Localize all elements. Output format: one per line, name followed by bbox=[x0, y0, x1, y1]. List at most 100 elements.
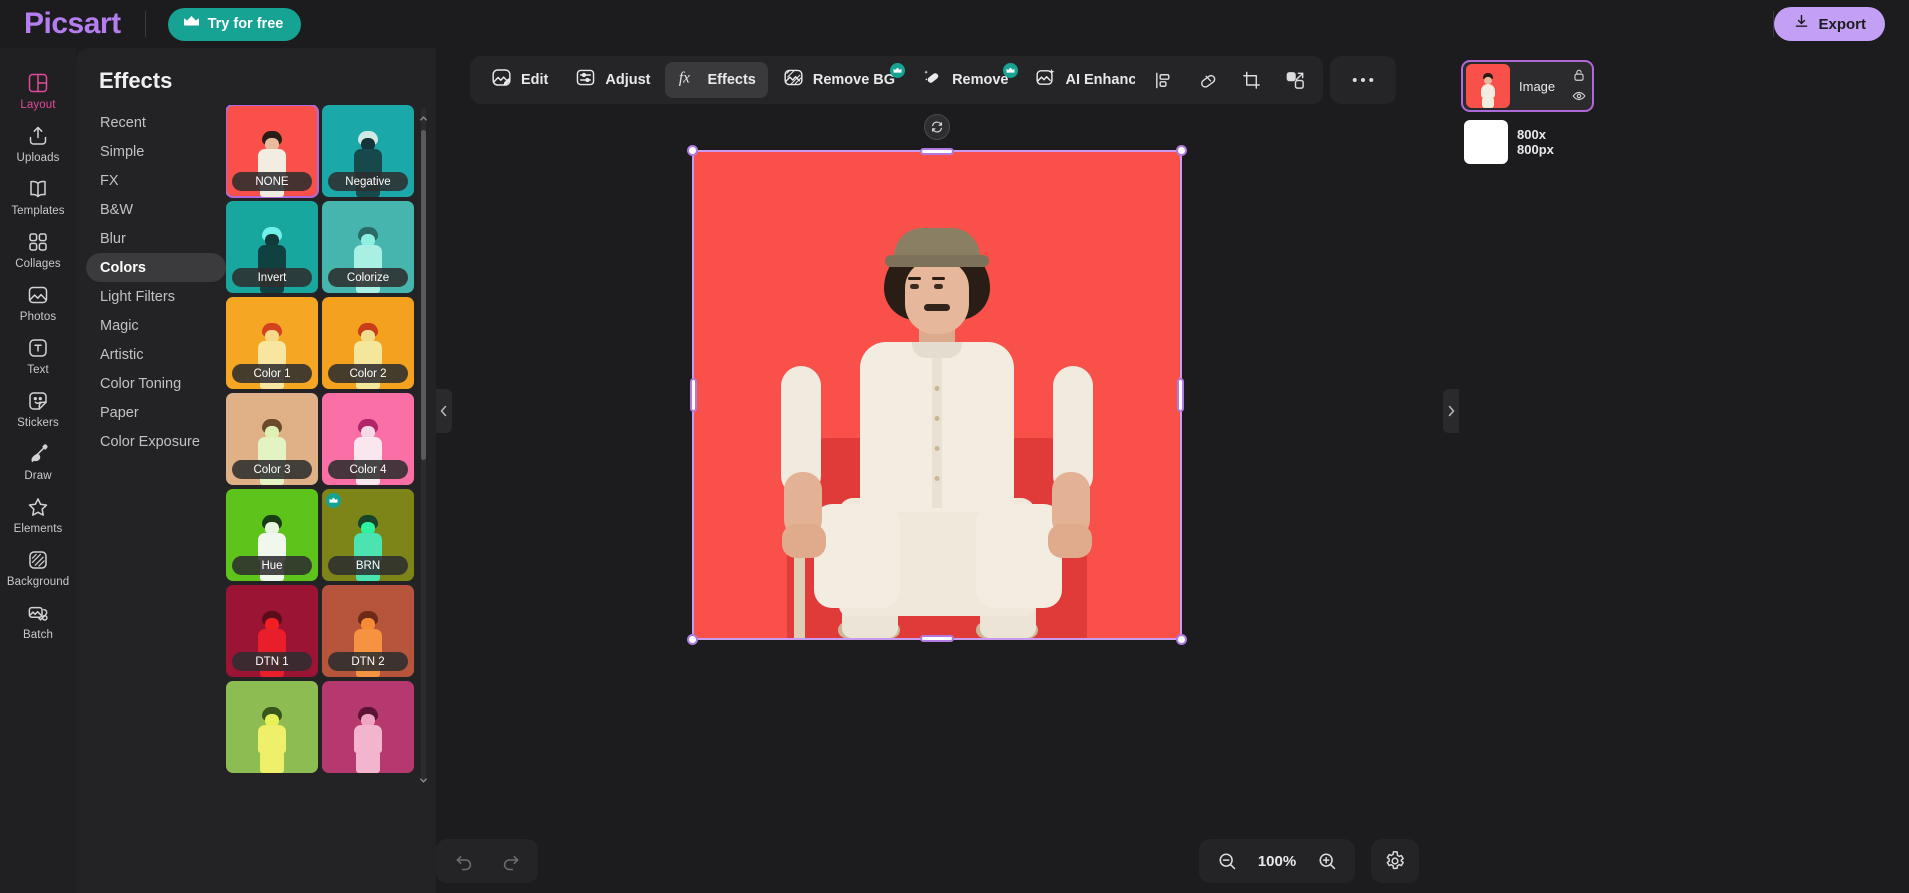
toolbar-button-remove[interactable]: Remove bbox=[909, 62, 1020, 98]
effect-category-fx[interactable]: FX bbox=[86, 166, 226, 195]
resize-handle-left[interactable] bbox=[690, 378, 697, 412]
effect-label: DTN 2 bbox=[328, 652, 408, 671]
more-options-toolbar bbox=[1330, 56, 1396, 104]
effect-label: BRN bbox=[328, 556, 408, 575]
effect-category-simple[interactable]: Simple bbox=[86, 137, 226, 166]
effect-thumbnail-color-1[interactable]: Color 1 bbox=[226, 297, 318, 389]
zoom-in-icon[interactable] bbox=[1309, 843, 1345, 879]
sidebar-item-photos[interactable]: Photos bbox=[2, 277, 74, 328]
effect-category-artistic[interactable]: Artistic bbox=[86, 340, 226, 369]
effect-thumbnail-dtn-1[interactable]: DTN 1 bbox=[226, 585, 318, 677]
collapse-right-panel-button[interactable] bbox=[1443, 389, 1459, 433]
eye-icon[interactable] bbox=[1570, 87, 1587, 104]
resize-handle-top-right[interactable] bbox=[1176, 145, 1187, 156]
layer-item-image[interactable]: Image bbox=[1461, 60, 1594, 112]
sliders-icon bbox=[574, 66, 597, 94]
undo-redo-bar bbox=[436, 839, 538, 883]
resize-handle-top[interactable] bbox=[920, 148, 954, 155]
toolbar-button-remove-bg[interactable]: Remove BG bbox=[770, 62, 907, 98]
top-bar: Picsart Try for free Export bbox=[0, 0, 1909, 48]
effect-thumbnail-color-4[interactable]: Color 4 bbox=[322, 393, 414, 485]
crop-icon[interactable] bbox=[1233, 62, 1269, 98]
undo-icon[interactable] bbox=[446, 843, 482, 879]
sidebar-item-collages[interactable]: Collages bbox=[2, 224, 74, 275]
effect-thumbnail-hue[interactable]: Hue bbox=[226, 489, 318, 581]
sidebar-item-elements[interactable]: Elements bbox=[2, 489, 74, 540]
collapse-left-panel-button[interactable] bbox=[436, 389, 452, 433]
canvas-dimensions: 800x 800px bbox=[1517, 127, 1554, 158]
eraser-tool-icon[interactable] bbox=[1189, 62, 1225, 98]
flip-icon[interactable] bbox=[1277, 62, 1313, 98]
resize-handle-bottom-left[interactable] bbox=[687, 634, 698, 645]
effect-category-light-filters[interactable]: Light Filters bbox=[86, 282, 226, 311]
effect-thumbnail[interactable] bbox=[226, 681, 318, 773]
rotate-handle[interactable] bbox=[924, 114, 950, 140]
canvas-size-item[interactable]: 800x 800px bbox=[1461, 118, 1594, 166]
premium-crown-icon bbox=[1003, 63, 1018, 78]
more-horizontal-icon[interactable] bbox=[1345, 62, 1381, 98]
effect-category-b-w[interactable]: B&W bbox=[86, 195, 226, 224]
download-icon bbox=[1793, 13, 1810, 35]
sidebar-item-layout[interactable]: Layout bbox=[2, 65, 74, 116]
effect-thumbnail-color-3[interactable]: Color 3 bbox=[226, 393, 318, 485]
sidebar-item-batch[interactable]: Batch bbox=[2, 595, 74, 646]
resize-handle-bottom-right[interactable] bbox=[1176, 634, 1187, 645]
effect-category-color-toning[interactable]: Color Toning bbox=[86, 369, 226, 398]
toolbar-button-adjust[interactable]: Adjust bbox=[562, 62, 662, 98]
sidebar-item-label: Layout bbox=[20, 99, 55, 111]
canvas-settings-bar bbox=[1371, 839, 1419, 883]
resize-handle-bottom[interactable] bbox=[920, 635, 954, 642]
sidebar-item-uploads[interactable]: Uploads bbox=[2, 118, 74, 169]
photos-icon bbox=[26, 283, 50, 307]
effect-label: DTN 1 bbox=[232, 652, 312, 671]
effect-thumbnail[interactable] bbox=[322, 681, 414, 773]
draw-icon bbox=[26, 442, 50, 466]
effect-thumbnail-dtn-2[interactable]: DTN 2 bbox=[322, 585, 414, 677]
toolbar-button-label: Effects bbox=[708, 72, 756, 88]
effect-category-colors[interactable]: Colors bbox=[86, 253, 226, 282]
selected-image-object[interactable] bbox=[694, 152, 1180, 638]
toolbar-button-label: Edit bbox=[521, 72, 548, 88]
toolbar-button-effects[interactable]: fxEffects bbox=[665, 62, 768, 98]
effect-thumbnail-color-2[interactable]: Color 2 bbox=[322, 297, 414, 389]
resize-handle-top-left[interactable] bbox=[687, 145, 698, 156]
align-icon[interactable] bbox=[1145, 62, 1181, 98]
effect-category-paper[interactable]: Paper bbox=[86, 398, 226, 427]
remove-bg-icon bbox=[782, 66, 805, 94]
premium-crown-icon bbox=[890, 63, 905, 78]
text-icon bbox=[26, 336, 50, 360]
effect-category-color-exposure[interactable]: Color Exposure bbox=[86, 427, 226, 456]
lock-open-icon[interactable] bbox=[1570, 66, 1587, 83]
effect-category-magic[interactable]: Magic bbox=[86, 311, 226, 340]
sidebar-item-draw[interactable]: Draw bbox=[2, 436, 74, 487]
effect-thumbnail-colorize[interactable]: Colorize bbox=[322, 201, 414, 293]
background-icon bbox=[26, 548, 50, 572]
sidebar-item-label: Background bbox=[7, 576, 69, 588]
toolbar-button-label: Adjust bbox=[605, 72, 650, 88]
effect-category-blur[interactable]: Blur bbox=[86, 224, 226, 253]
effect-thumbnail-brn[interactable]: BRN bbox=[322, 489, 414, 581]
scroll-up-icon[interactable] bbox=[419, 110, 428, 119]
templates-icon bbox=[26, 177, 50, 201]
try-for-free-button[interactable]: Try for free bbox=[168, 8, 302, 41]
zoom-out-icon[interactable] bbox=[1209, 843, 1245, 879]
redo-icon[interactable] bbox=[492, 843, 528, 879]
sidebar-item-text[interactable]: Text bbox=[2, 330, 74, 381]
zoom-level-label: 100% bbox=[1255, 853, 1299, 870]
scroll-down-icon[interactable] bbox=[419, 772, 428, 781]
gear-icon[interactable] bbox=[1377, 843, 1413, 879]
effect-thumbnail-invert[interactable]: Invert bbox=[226, 201, 318, 293]
sidebar-item-background[interactable]: Background bbox=[2, 542, 74, 593]
sidebar-item-templates[interactable]: Templates bbox=[2, 171, 74, 222]
effect-category-recent[interactable]: Recent bbox=[86, 108, 226, 137]
export-button[interactable]: Export bbox=[1774, 7, 1885, 41]
sidebar-item-stickers[interactable]: Stickers bbox=[2, 383, 74, 434]
effect-thumbnail-none[interactable]: NONE bbox=[226, 105, 318, 197]
effect-thumbnail-negative[interactable]: Negative bbox=[322, 105, 414, 197]
canvas-thumbnail bbox=[1464, 120, 1508, 164]
picsart-logo[interactable]: Picsart bbox=[24, 9, 121, 39]
toolbar-button-edit[interactable]: Edit bbox=[478, 62, 560, 98]
effects-scrollbar[interactable] bbox=[421, 108, 426, 780]
sidebar-item-label: Uploads bbox=[17, 152, 60, 164]
resize-handle-right[interactable] bbox=[1177, 378, 1184, 412]
